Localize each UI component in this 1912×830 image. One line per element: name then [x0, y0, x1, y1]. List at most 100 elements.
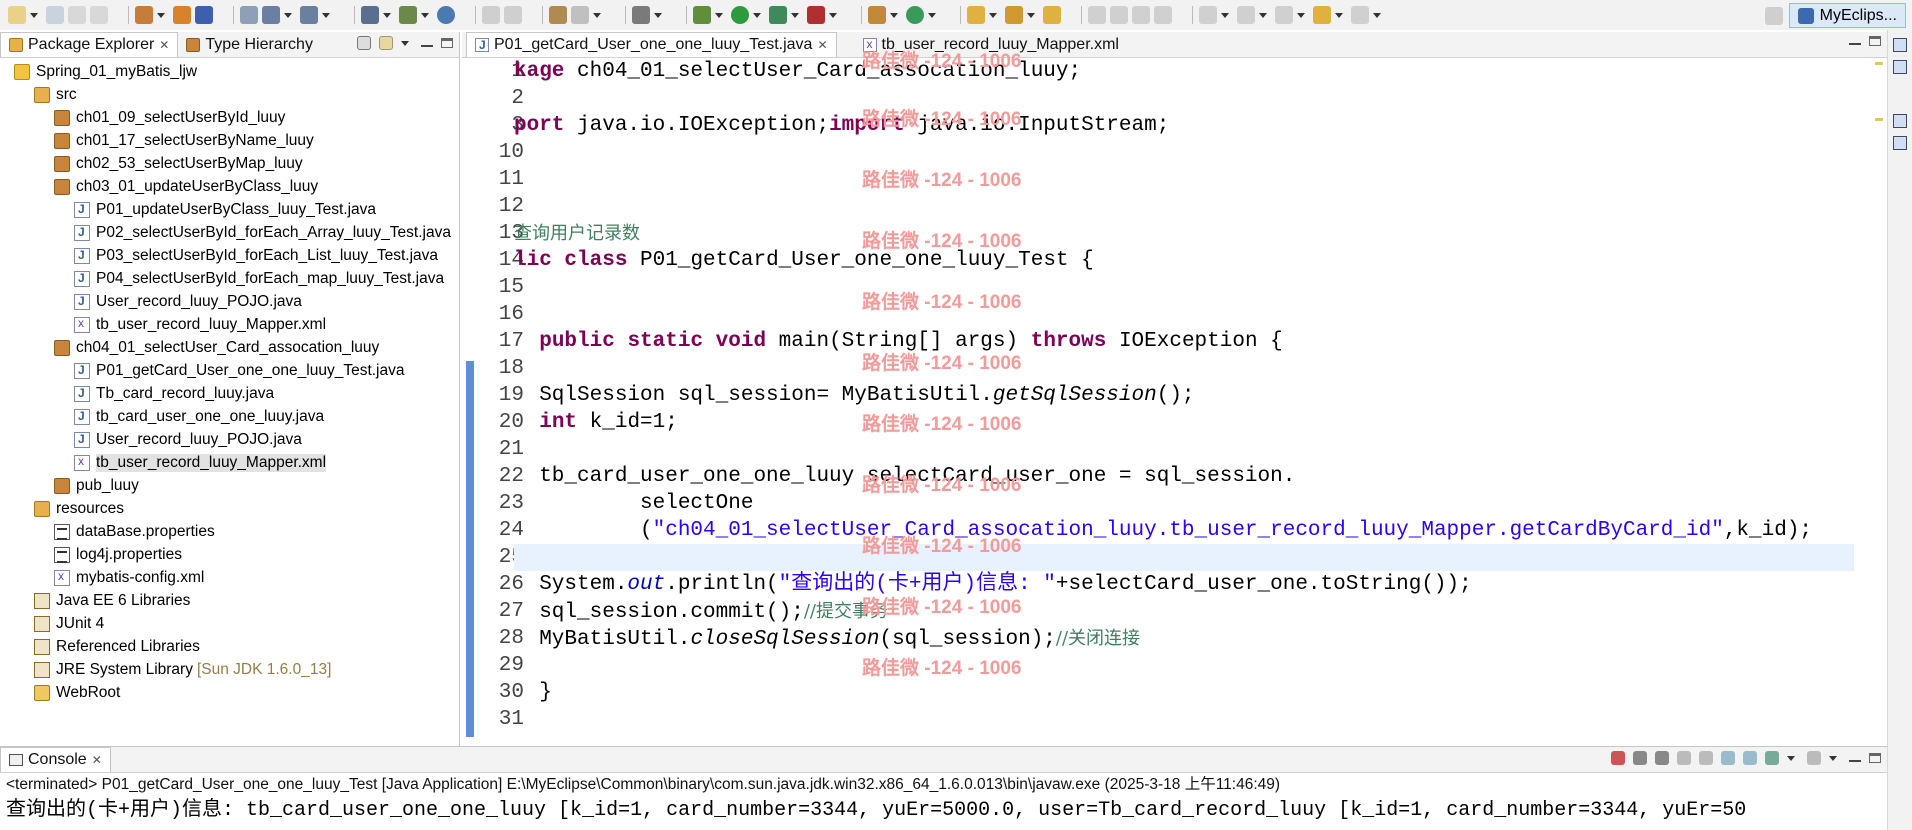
- undo-icon[interactable]: [482, 6, 500, 24]
- refresh-icon[interactable]: [906, 6, 924, 24]
- clear-console-icon[interactable]: [1677, 751, 1691, 765]
- terminate-icon[interactable]: [1611, 751, 1625, 765]
- tree-item[interactable]: tb_user_record_luuy_Mapper.xml: [0, 451, 459, 474]
- dropdown-arrow-icon[interactable]: [890, 12, 898, 18]
- code-line[interactable]: int k_id=1;: [514, 409, 1854, 436]
- code-line[interactable]: [514, 193, 1854, 220]
- show-whitespace-icon[interactable]: [1154, 6, 1172, 24]
- collapse-all-icon[interactable]: [357, 36, 371, 50]
- dropdown-arrow-icon[interactable]: [715, 12, 723, 18]
- external-tools-icon[interactable]: [807, 6, 825, 24]
- dropdown-arrow-icon[interactable]: [753, 12, 761, 18]
- minimize-icon[interactable]: [421, 45, 433, 47]
- display-console-icon[interactable]: [1765, 751, 1779, 765]
- view-menu-icon[interactable]: [401, 40, 409, 46]
- task-icon[interactable]: [1043, 6, 1061, 24]
- dropdown-arrow-icon[interactable]: [421, 12, 429, 18]
- save-all-icon[interactable]: [68, 6, 86, 24]
- tree-item[interactable]: P01_getCard_User_one_one_luuy_Test.java: [0, 359, 459, 382]
- tree-item[interactable]: tb_card_user_one_one_luuy.java: [0, 405, 459, 428]
- task-list-icon[interactable]: [1893, 60, 1907, 74]
- show-on-output-icon[interactable]: [1721, 751, 1735, 765]
- tree-item[interactable]: ch01_17_selectUserByName_luuy: [0, 129, 459, 152]
- wizard-icon[interactable]: [262, 6, 280, 24]
- dropdown-arrow-icon[interactable]: [1829, 755, 1837, 761]
- tree-item[interactable]: User_record_luuy_POJO.java: [0, 290, 459, 313]
- code-line[interactable]: kage ch04_01_selectUser_Card_assocation_…: [514, 58, 1854, 85]
- maximize-icon[interactable]: [1869, 36, 1881, 46]
- dropdown-arrow-icon[interactable]: [654, 12, 662, 18]
- dropdown-arrow-icon[interactable]: [322, 12, 330, 18]
- dropdown-arrow-icon[interactable]: [30, 12, 38, 18]
- code-line[interactable]: [514, 706, 1854, 733]
- tree-item[interactable]: JRE System Library [Sun JDK 1.6.0_13]: [0, 658, 459, 681]
- forward-icon[interactable]: [1351, 6, 1369, 24]
- database-icon[interactable]: [549, 6, 567, 24]
- code-line[interactable]: [514, 85, 1854, 112]
- warning-marker[interactable]: [1875, 118, 1883, 121]
- dropdown-arrow-icon[interactable]: [1787, 755, 1795, 761]
- code-line[interactable]: sql_session.commit();//提交事务: [514, 598, 1854, 625]
- code-line[interactable]: selectOne: [514, 490, 1854, 517]
- mark-occurrences-icon[interactable]: [1110, 6, 1128, 24]
- perspective-myeclipse-button[interactable]: MyEclips...: [1788, 3, 1906, 28]
- tree-item[interactable]: tb_user_record_luuy_Mapper.xml: [0, 313, 459, 336]
- code-line[interactable]: [514, 166, 1854, 193]
- tree-item[interactable]: Spring_01_myBatis_ljw: [0, 60, 459, 83]
- open-perspective-icon[interactable]: [1764, 6, 1783, 25]
- console-output[interactable]: 查询出的(卡+用户)信息: tb_card_user_one_one_luuy …: [0, 797, 1887, 825]
- code-line[interactable]: [514, 355, 1854, 382]
- tree-item[interactable]: P01_updateUserByClass_luuy_Test.java: [0, 198, 459, 221]
- code-area[interactable]: kage ch04_01_selectUser_Card_assocation_…: [514, 58, 1854, 746]
- search-icon[interactable]: [300, 6, 318, 24]
- code-line[interactable]: 查询用户记录数: [514, 220, 1854, 247]
- tree-item[interactable]: P03_selectUserById_forEach_List_luuy_Tes…: [0, 244, 459, 267]
- dropdown-arrow-icon[interactable]: [1259, 12, 1267, 18]
- settings-icon[interactable]: [571, 6, 589, 24]
- run-icon[interactable]: [731, 6, 749, 24]
- tab-p01-test-java[interactable]: P01_getCard_User_one_one_luuy_Test.java …: [466, 32, 837, 57]
- tree-item[interactable]: User_record_luuy_POJO.java: [0, 428, 459, 451]
- tree-item[interactable]: resources: [0, 497, 459, 520]
- code-line[interactable]: }: [514, 679, 1854, 706]
- save-icon[interactable]: [46, 6, 64, 24]
- tree-item[interactable]: Referenced Libraries: [0, 635, 459, 658]
- overview-ruler[interactable]: [1871, 58, 1887, 746]
- remove-launch-icon[interactable]: [1633, 751, 1647, 765]
- web-icon[interactable]: [240, 6, 258, 24]
- debug-icon[interactable]: [693, 6, 711, 24]
- remove-all-icon[interactable]: [1655, 751, 1669, 765]
- new-class-icon[interactable]: [399, 6, 417, 24]
- scroll-lock-icon[interactable]: [1699, 751, 1713, 765]
- block-select-icon[interactable]: [1132, 6, 1150, 24]
- code-line[interactable]: tb_card_user_one_one_luuy selectCard_use…: [514, 463, 1854, 490]
- tree-item[interactable]: ch04_01_selectUser_Card_assocation_luuy: [0, 336, 459, 359]
- tree-item[interactable]: P04_selectUserById_forEach_map_luuy_Test…: [0, 267, 459, 290]
- annotation-gutter[interactable]: [462, 58, 480, 746]
- code-line[interactable]: port java.io.IOException;import java.io.…: [514, 112, 1854, 139]
- dropdown-arrow-icon[interactable]: [1027, 12, 1035, 18]
- problems-icon[interactable]: [1893, 136, 1907, 150]
- dropdown-arrow-icon[interactable]: [989, 12, 997, 18]
- maximize-icon[interactable]: [1869, 753, 1881, 763]
- tree-item[interactable]: P02_selectUserById_forEach_Array_luuy_Te…: [0, 221, 459, 244]
- dropdown-arrow-icon[interactable]: [1335, 12, 1343, 18]
- outline-icon[interactable]: [1893, 38, 1907, 52]
- close-icon[interactable]: ✕: [92, 753, 102, 767]
- server-icon[interactable]: [135, 6, 153, 24]
- tree-item[interactable]: log4j.properties: [0, 543, 459, 566]
- tab-console[interactable]: Console ✕: [0, 747, 111, 772]
- tree-item[interactable]: src: [0, 83, 459, 106]
- annotation-icon[interactable]: [1088, 6, 1106, 24]
- code-line[interactable]: public static void main(String[] args) t…: [514, 328, 1854, 355]
- minimize-icon[interactable]: [1849, 760, 1861, 762]
- code-line[interactable]: System.out.println("查询出的(卡+用户)信息: "+sele…: [514, 571, 1854, 598]
- tab-type-hierarchy[interactable]: Type Hierarchy: [178, 32, 321, 57]
- console-icon[interactable]: [632, 6, 650, 24]
- pencil-icon[interactable]: [1005, 6, 1023, 24]
- dropdown-arrow-icon[interactable]: [791, 12, 799, 18]
- code-line[interactable]: [514, 652, 1854, 679]
- minimize-icon[interactable]: [1849, 43, 1861, 45]
- tree-item[interactable]: Java EE 6 Libraries: [0, 589, 459, 612]
- tree-item[interactable]: pub_luuy: [0, 474, 459, 497]
